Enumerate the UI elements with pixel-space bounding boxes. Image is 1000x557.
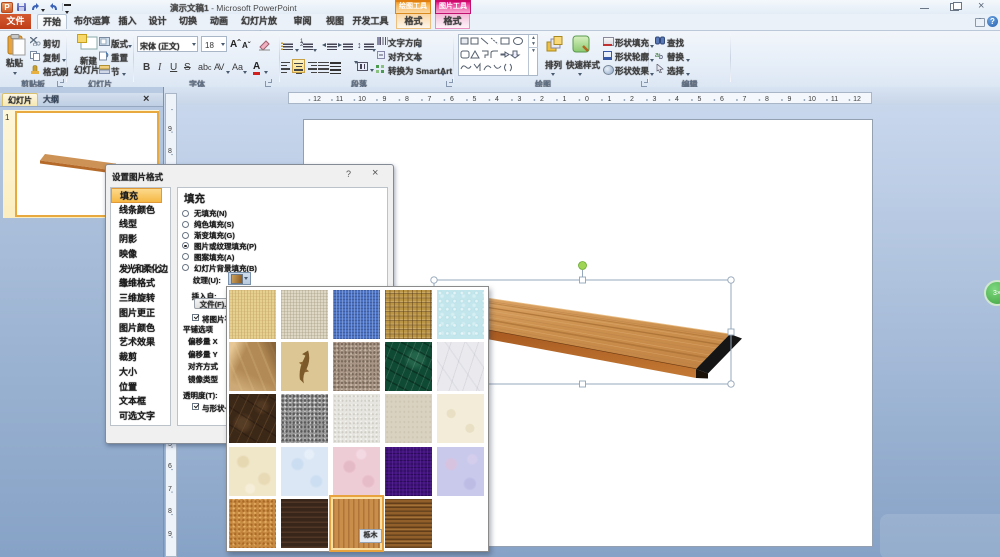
- svg-text:b: b: [659, 54, 663, 59]
